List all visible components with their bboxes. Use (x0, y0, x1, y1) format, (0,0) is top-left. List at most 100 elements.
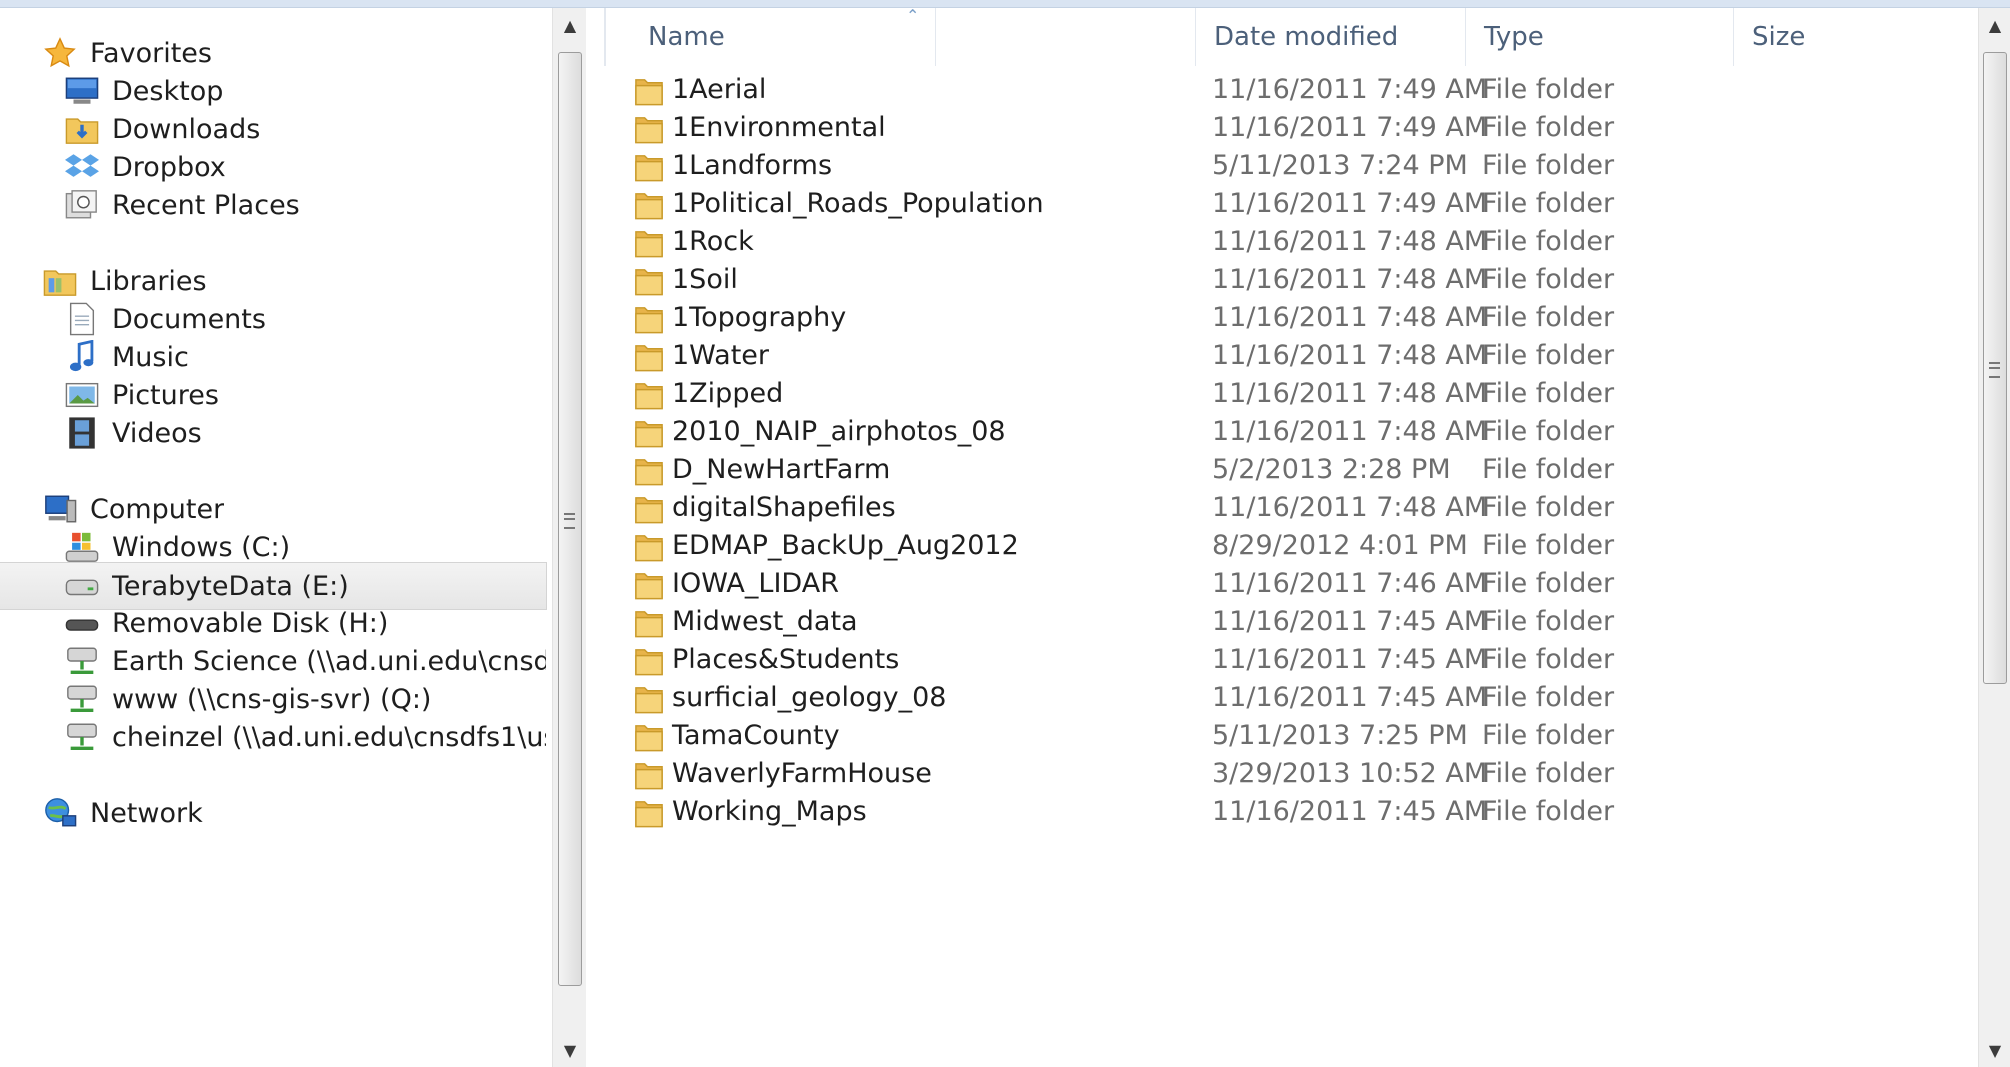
folder-icon (634, 796, 664, 835)
file-type: File folder (1482, 339, 1615, 371)
downloads-folder-icon (64, 111, 100, 147)
file-row[interactable]: 1Landforms 5/11/2013 7:24 PM File folder (586, 146, 1978, 184)
file-name-cell: 1Landforms (632, 146, 832, 184)
file-type: File folder (1482, 453, 1615, 485)
file-row[interactable]: 1Topography 11/16/2011 7:48 AM File folder (586, 298, 1978, 336)
file-date-modified: 3/29/2013 10:52 AM (1212, 757, 1488, 789)
window-top-border (0, 0, 2010, 8)
network-drive-icon (64, 643, 100, 679)
file-row[interactable]: surficial_geology_08 11/16/2011 7:45 AM Fi… (586, 678, 1978, 716)
file-type: File folder (1482, 643, 1615, 675)
column-header-type[interactable]: Type (1466, 8, 1734, 66)
file-row[interactable]: Places&Students 11/16/2011 7:45 AM File fo… (586, 640, 1978, 678)
column-header-date-modified[interactable]: Date modified (1196, 8, 1466, 66)
scrollbar-thumb[interactable] (1983, 52, 2007, 684)
file-row[interactable]: WaverlyFarmHouse 3/29/2013 10:52 AM File f… (586, 754, 1978, 792)
scroll-down-arrow-icon[interactable]: ▼ (553, 1033, 587, 1067)
column-header-name[interactable]: ⌃ Name (586, 6, 936, 66)
file-date-modified: 11/16/2011 7:49 AM (1212, 73, 1488, 105)
file-row[interactable]: Midwest_data 11/16/2011 7:45 AM File folde… (586, 602, 1978, 640)
music-icon (64, 339, 100, 375)
file-name: Working_Maps (672, 795, 867, 827)
file-row[interactable]: 1Zipped 11/16/2011 7:48 AM File folder (586, 374, 1978, 412)
navigation-pane: Favorites Desktop Downloads Dropbox Recent P… (0, 8, 552, 1067)
file-row[interactable]: 1Political_Roads_Population 11/16/2011 7:… (586, 184, 1978, 222)
file-type: File folder (1482, 111, 1615, 143)
file-date-modified: 11/16/2011 7:46 AM (1212, 567, 1488, 599)
file-row[interactable]: 1Rock 11/16/2011 7:48 AM File folder (586, 222, 1978, 260)
column-header-size[interactable]: Size (1734, 8, 2002, 66)
nav-item-label: Recent Places (112, 189, 300, 221)
file-row[interactable]: 2010_NAIP_airphotos_08 11/16/2011 7:48 AM… (586, 412, 1978, 450)
file-type: File folder (1482, 225, 1615, 257)
file-name-cell: 1Political_Roads_Population (632, 184, 1044, 222)
file-type: File folder (1482, 529, 1615, 561)
file-name-cell: EDMAP_BackUp_Aug2012 (632, 526, 1019, 564)
file-row[interactable]: EDMAP_BackUp_Aug2012 8/29/2012 4:01 PM Fil… (586, 526, 1978, 564)
navigation-scrollbar[interactable]: ▲ ▼ (552, 8, 587, 1067)
file-type: File folder (1482, 301, 1615, 333)
file-row[interactable]: D_NewHartFarm 5/2/2013 2:28 PM File folder (586, 450, 1978, 488)
nav-item-label: Downloads (112, 113, 261, 145)
file-type: File folder (1482, 719, 1615, 751)
nav-item-label: Computer (90, 493, 225, 525)
file-name-cell: 1Environmental (632, 108, 886, 146)
recent-places-icon (64, 187, 100, 223)
nav-item-network[interactable]: Network (0, 790, 546, 836)
pictures-icon (64, 377, 100, 413)
file-row[interactable]: IOWA_LIDAR 11/16/2011 7:46 AM File folder (586, 564, 1978, 602)
videos-icon (64, 415, 100, 451)
file-list-scrollbar[interactable]: ▲ ▼ (1978, 8, 2010, 1067)
nav-item-label: Favorites (90, 37, 212, 69)
file-date-modified: 11/16/2011 7:45 AM (1212, 681, 1488, 713)
file-row[interactable]: digitalShapefiles 11/16/2011 7:48 AM File … (586, 488, 1978, 526)
file-row[interactable]: 1Environmental 11/16/2011 7:49 AM File fol… (586, 108, 1978, 146)
file-name-cell: Working_Maps (632, 792, 867, 830)
column-header-type-label: Type (1484, 22, 1544, 52)
sort-ascending-icon: ⌃ (906, 6, 920, 25)
nav-item-label: Desktop (112, 75, 224, 107)
file-name: 1Soil (672, 263, 738, 295)
nav-item-label: Videos (112, 417, 202, 449)
nav-item-label: cheinzel (\\ad.uni.edu\cnsdfs1\users (112, 721, 546, 753)
scrollbar-thumb[interactable] (558, 52, 582, 986)
file-name: 2010_NAIP_airphotos_08 (672, 415, 1006, 447)
file-date-modified: 11/16/2011 7:48 AM (1212, 263, 1488, 295)
file-row[interactable]: Working_Maps 11/16/2011 7:45 AM File folde… (586, 792, 1978, 830)
scroll-up-arrow-icon[interactable]: ▲ (553, 8, 587, 42)
nav-item-recent-places[interactable]: Recent Places (0, 182, 546, 228)
file-date-modified: 11/16/2011 7:45 AM (1212, 605, 1488, 637)
libraries-icon (42, 263, 78, 299)
file-row[interactable]: 1Water 11/16/2011 7:48 AM File folder (586, 336, 1978, 374)
computer-icon (42, 491, 78, 527)
hard-drive-icon (64, 568, 100, 604)
file-name: 1Rock (672, 225, 754, 257)
file-date-modified: 11/16/2011 7:49 AM (1212, 187, 1488, 219)
file-row[interactable]: 1Aerial 11/16/2011 7:49 AM File folder (586, 70, 1978, 108)
scroll-up-arrow-icon[interactable]: ▲ (1979, 8, 2010, 42)
nav-item-label: Libraries (90, 265, 207, 297)
nav-item-cheinzel-ad-uni-edu-cnsdfs1-users[interactable]: cheinzel (\\ad.uni.edu\cnsdfs1\users (0, 714, 546, 760)
file-name-cell: 1Soil (632, 260, 738, 298)
file-name-cell: 1Water (632, 336, 769, 374)
dropbox-icon (64, 149, 100, 185)
file-name-cell: 2010_NAIP_airphotos_08 (632, 412, 1006, 450)
file-type: File folder (1482, 795, 1615, 827)
file-name: D_NewHartFarm (672, 453, 891, 485)
file-name: digitalShapefiles (672, 491, 896, 523)
star-icon (42, 35, 78, 71)
scroll-down-arrow-icon[interactable]: ▼ (1979, 1033, 2010, 1067)
network-icon (42, 795, 78, 831)
file-date-modified: 11/16/2011 7:45 AM (1212, 795, 1488, 827)
column-header-date-label: Date modified (1214, 22, 1399, 52)
nav-item-label: Network (90, 797, 203, 829)
file-name-cell: 1Rock (632, 222, 754, 260)
file-row[interactable]: 1Soil 11/16/2011 7:48 AM File folder (586, 260, 1978, 298)
grip-icon (1989, 362, 2000, 378)
file-type: File folder (1482, 263, 1615, 295)
nav-item-videos[interactable]: Videos (0, 410, 546, 456)
documents-icon (64, 301, 100, 337)
file-name-cell: surficial_geology_08 (632, 678, 946, 716)
file-row[interactable]: TamaCounty 5/11/2013 7:25 PM File folder (586, 716, 1978, 754)
network-drive-icon (64, 681, 100, 717)
